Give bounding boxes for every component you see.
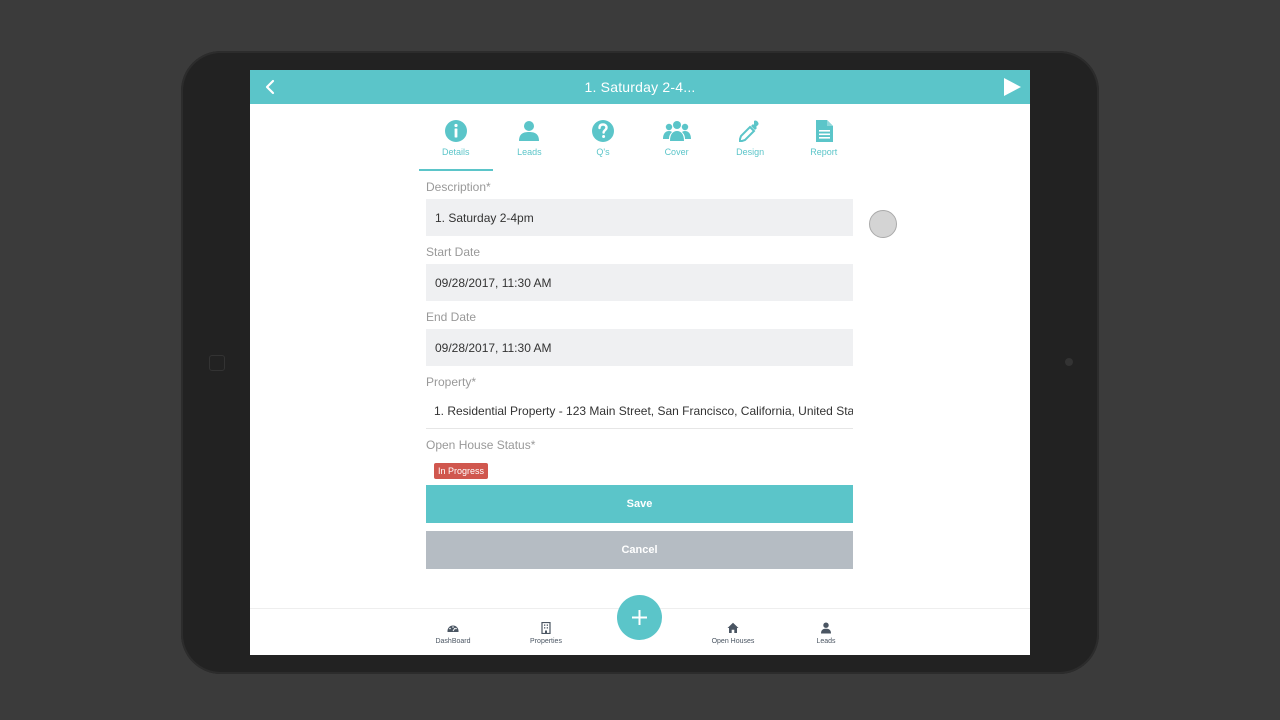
nav-label: Properties — [530, 638, 562, 645]
play-icon[interactable] — [1002, 77, 1022, 97]
user-icon — [821, 622, 831, 634]
status-label: Open House Status* — [426, 438, 536, 452]
tab-details[interactable]: Details — [419, 116, 493, 171]
user-icon — [519, 121, 540, 141]
nav-properties[interactable]: Properties — [511, 622, 581, 645]
document-icon — [815, 120, 833, 142]
tab-label: Leads — [517, 147, 542, 157]
tab-design[interactable]: Design — [713, 116, 787, 171]
eyedropper-icon — [739, 120, 759, 142]
touch-indicator — [869, 210, 897, 238]
description-label: Description* — [426, 180, 491, 194]
tab-label: Cover — [664, 147, 689, 157]
tab-questions[interactable]: Q's — [566, 116, 640, 171]
tab-bar: Details Leads Q's Cover Design Report — [419, 116, 861, 171]
save-button[interactable]: Save — [426, 485, 853, 523]
app-screen: 1. Saturday 2-4... Details Leads Q's Cov… — [250, 70, 1030, 655]
end-date-field[interactable] — [426, 329, 853, 366]
start-date-field[interactable] — [426, 264, 853, 301]
top-bar: 1. Saturday 2-4... — [250, 70, 1030, 104]
home-icon — [727, 622, 739, 633]
nav-label: Leads — [816, 638, 836, 645]
property-select[interactable]: 1. Residential Property - 123 Main Stree… — [426, 391, 853, 429]
status-badge[interactable]: In Progress — [434, 463, 489, 479]
tab-label: Details — [442, 147, 470, 157]
nav-dashboard[interactable]: DashBoard — [418, 622, 488, 645]
tab-label: Report — [810, 147, 838, 157]
property-label: Property* — [426, 375, 477, 389]
nav-label: DashBoard — [435, 638, 471, 645]
cancel-button[interactable]: Cancel — [426, 531, 853, 569]
start-date-label: Start Date — [426, 245, 481, 259]
info-icon — [444, 120, 467, 142]
dashboard-icon — [447, 625, 459, 632]
group-icon — [662, 121, 691, 141]
add-button[interactable] — [617, 595, 662, 640]
page-title: 1. Saturday 2-4... — [584, 79, 696, 95]
nav-label: Open Houses — [711, 638, 755, 645]
tab-leads[interactable]: Leads — [493, 116, 567, 171]
building-icon — [541, 622, 551, 634]
description-field[interactable] — [426, 199, 853, 236]
tab-label: Q's — [596, 147, 610, 157]
end-date-label: End Date — [426, 310, 477, 324]
question-icon — [591, 120, 614, 142]
tab-report[interactable]: Report — [787, 116, 861, 171]
plus-icon — [632, 610, 647, 625]
nav-leads[interactable]: Leads — [791, 622, 861, 645]
tablet-side-button — [209, 355, 225, 371]
nav-open-houses[interactable]: Open Houses — [698, 622, 768, 645]
tab-cover[interactable]: Cover — [640, 116, 714, 171]
details-form: Description* Start Date End Date Propert… — [426, 180, 854, 479]
tablet-camera — [1065, 358, 1073, 366]
tab-label: Design — [736, 147, 765, 157]
